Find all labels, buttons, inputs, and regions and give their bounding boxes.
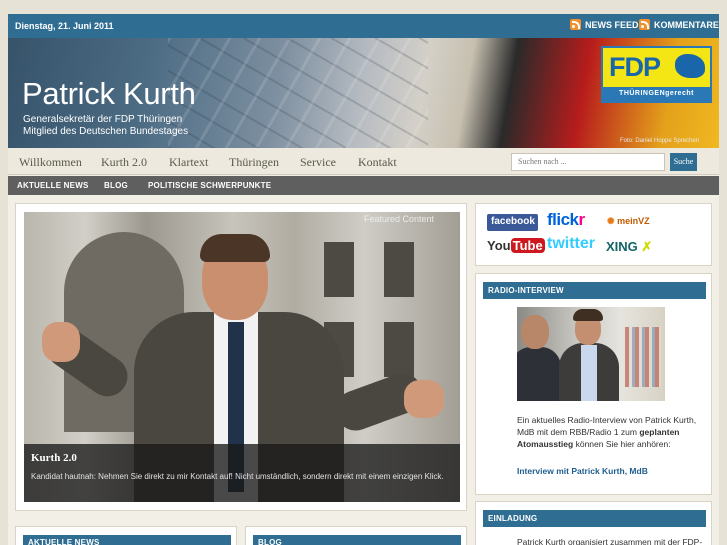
radio-interview-text: Ein aktuelles Radio-Interview von Patric… — [517, 414, 703, 450]
youtube-logo-part: Tube — [510, 238, 545, 253]
featured-caption: Kurth 2.0 Kandidat hautnah: Nehmen Sie d… — [24, 444, 460, 502]
site-title[interactable]: Patrick Kurth — [22, 76, 196, 112]
bookshelf — [625, 327, 661, 387]
radio-interview-title: RADIO-INTERVIEW — [483, 282, 706, 299]
blog-section-title: BLOG — [253, 535, 461, 545]
fdp-logo-word: FDP — [609, 52, 661, 82]
person-hair — [573, 309, 603, 321]
rss-icon — [639, 19, 650, 30]
person-hand — [404, 380, 444, 418]
subtitle-line-1: Generalsekretär der FDP Thüringen — [23, 114, 183, 125]
blog-section: BLOG — [245, 526, 467, 545]
person-hand — [42, 322, 80, 362]
header-background-image — [168, 38, 428, 148]
radio-interview-link[interactable]: Interview mit Patrick Kurth, MdB — [517, 465, 703, 477]
building-window — [384, 322, 414, 377]
top-bar: Dienstag, 21. Juni 2011 NEWS FEED KOMMEN… — [8, 14, 719, 38]
invitation-title: EINLADUNG — [483, 510, 706, 527]
featured-content-label: Featured Content — [363, 214, 434, 224]
nav-item-service[interactable]: Service — [300, 155, 336, 170]
site-subtitle: Generalsekretär der FDP Thüringen Mitgli… — [23, 114, 188, 138]
rss-icon — [570, 19, 581, 30]
category-navigation: AKTUELLE NEWS BLOG POLITISCHE SCHWERPUNK… — [8, 176, 719, 195]
building-window — [324, 242, 354, 297]
xing-label: XING — [606, 239, 638, 254]
current-date: Dienstag, 21. Juni 2011 — [15, 21, 114, 31]
page-wrapper: Dienstag, 21. Juni 2011 NEWS FEED KOMMEN… — [8, 14, 719, 545]
search-button[interactable]: Suche — [670, 153, 697, 171]
nav-item-willkommen[interactable]: Willkommen — [19, 155, 82, 170]
comments-feed-label: KOMMENTARE — [654, 19, 719, 30]
radio-text-part: können Sie hier anhören: — [575, 439, 671, 449]
fdp-logo-tagline: THÜRINGENgerecht — [603, 87, 710, 101]
person-body — [517, 347, 561, 401]
nav-item-kurth-2-0[interactable]: Kurth 2.0 — [101, 155, 147, 170]
subnav-item-aktuelle-news[interactable]: AKTUELLE NEWS — [17, 181, 89, 190]
featured-content-box: Featured Content Kurth 2.0 Kandidat haut… — [15, 203, 467, 511]
news-section-title: AKTUELLE NEWS — [23, 535, 231, 545]
nav-item-kontakt[interactable]: Kontakt — [358, 155, 397, 170]
search-input[interactable]: Suchen nach ... — [511, 153, 665, 171]
nav-item-klartext[interactable]: Klartext — [169, 155, 208, 170]
person-hair — [200, 234, 270, 262]
xing-x-icon: ✗ — [641, 239, 653, 254]
youtube-logo-part: You — [487, 238, 511, 253]
youtube-link[interactable]: You Tube — [487, 238, 545, 253]
meinvz-star-icon: ✺ — [607, 216, 615, 226]
news-section: AKTUELLE NEWS — [15, 526, 237, 545]
flickr-logo-part: flick — [547, 210, 579, 229]
invitation-text: Patrick Kurth organisiert zusammen mit d… — [517, 537, 703, 545]
facebook-link[interactable]: facebook — [487, 214, 538, 231]
news-feed-link[interactable]: NEWS FEED — [570, 19, 639, 30]
meinvz-link[interactable]: ✺ meinVZ — [607, 216, 650, 227]
comments-feed-link[interactable]: KOMMENTARE — [639, 19, 719, 30]
flickr-link[interactable]: flickr — [547, 210, 585, 230]
featured-title[interactable]: Kurth 2.0 — [31, 452, 77, 464]
radio-interview-photo[interactable] — [517, 307, 665, 401]
thueringen-map-icon — [675, 54, 705, 78]
fdp-thueringen-logo[interactable]: FDP THÜRINGENgerecht — [601, 46, 712, 103]
subtitle-line-2: Mitglied des Deutschen Bundestages — [23, 126, 189, 137]
flickr-logo-part: r — [578, 210, 586, 229]
nav-item-thueringen[interactable]: Thüringen — [229, 155, 279, 170]
xing-link[interactable]: XING ✗ — [606, 239, 652, 255]
subnav-item-blog[interactable]: BLOG — [104, 181, 128, 190]
photo-credit: Foto: Daniel Hoppe Sprechen — [620, 138, 700, 144]
radio-interview-widget: RADIO-INTERVIEW Ein aktuelles Radio-Inte… — [475, 273, 712, 495]
building-window — [384, 242, 414, 297]
subnav-item-politische-schwerpunkte[interactable]: POLITISCHE SCHWERPUNKTE — [148, 181, 271, 190]
featured-description: Kandidat hautnah: Nehmen Sie direkt zu m… — [31, 472, 444, 481]
meinvz-label: meinVZ — [617, 216, 650, 226]
person-shirt — [581, 345, 597, 401]
site-header: Patrick Kurth Generalsekretär der FDP Th… — [8, 38, 719, 148]
main-navigation: Willkommen Kurth 2.0 Klartext Thüringen … — [8, 148, 719, 175]
news-feed-label: NEWS FEED — [585, 19, 639, 30]
invitation-widget: EINLADUNG Patrick Kurth organisiert zusa… — [475, 501, 712, 545]
person-head — [521, 315, 549, 349]
twitter-link[interactable]: twitter — [547, 235, 595, 253]
social-links: facebook flickr ✺ meinVZ You Tube twitter… — [475, 203, 712, 266]
